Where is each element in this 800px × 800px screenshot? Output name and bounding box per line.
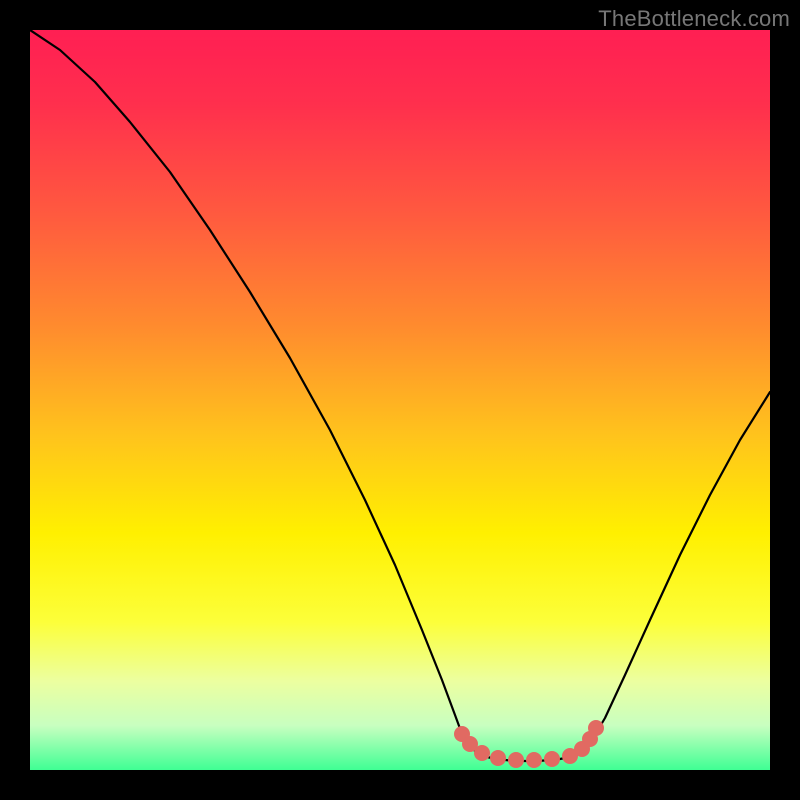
highlight-dot: [474, 745, 490, 761]
chart-frame: TheBottleneck.com: [0, 0, 800, 800]
highlight-dot: [526, 752, 542, 768]
chart-gradient-background: [30, 30, 770, 770]
chart-svg: [30, 30, 770, 770]
watermark-text: TheBottleneck.com: [598, 6, 790, 32]
highlight-dot: [508, 752, 524, 768]
highlight-dot: [544, 751, 560, 767]
highlight-dot: [588, 720, 604, 736]
highlight-dot: [490, 750, 506, 766]
chart-plot-area: [30, 30, 770, 770]
